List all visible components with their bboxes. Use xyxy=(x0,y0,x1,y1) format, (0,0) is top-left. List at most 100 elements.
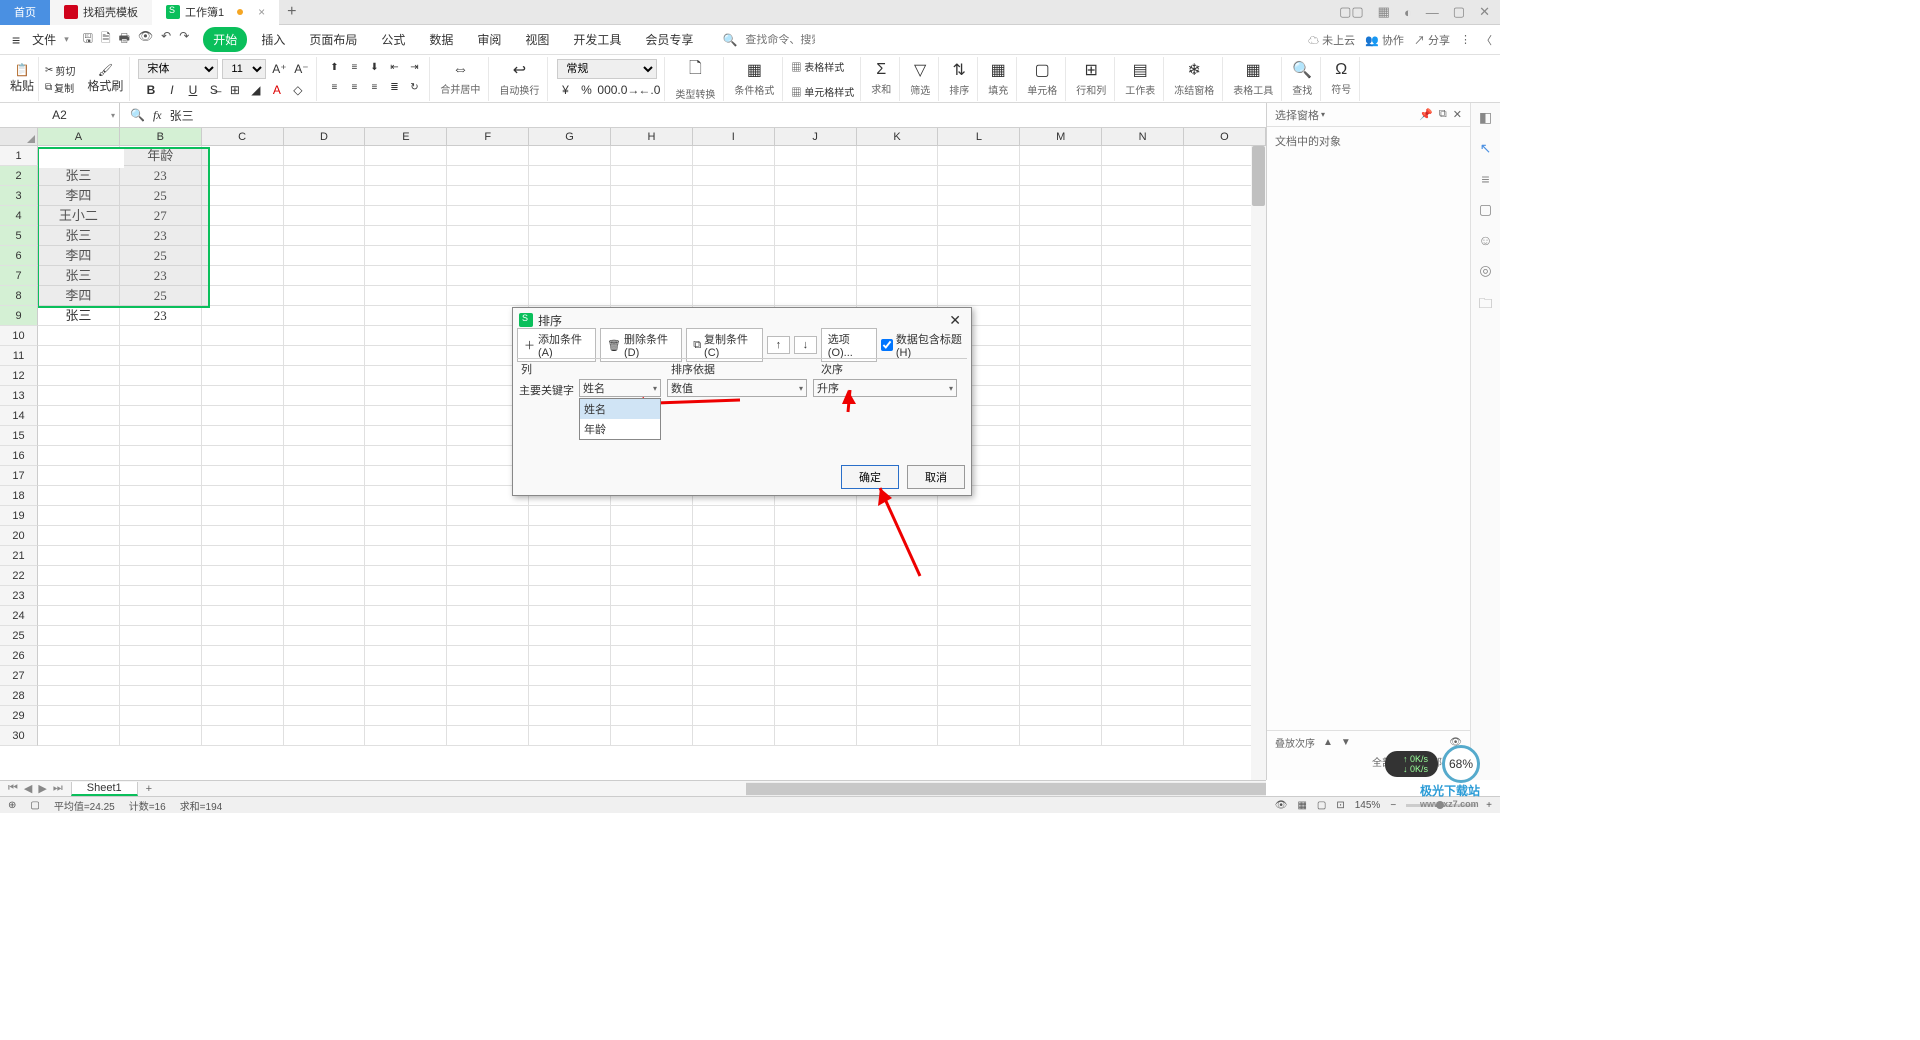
cell[interactable] xyxy=(1020,646,1102,666)
cell[interactable] xyxy=(857,286,939,306)
cell[interactable] xyxy=(284,426,366,446)
cell[interactable] xyxy=(202,446,284,466)
cell[interactable] xyxy=(284,586,366,606)
row-header[interactable]: 26 xyxy=(0,646,38,666)
cell[interactable] xyxy=(1020,726,1102,746)
format-painter-button[interactable]: 🖌 格式刷 xyxy=(81,57,130,101)
cell[interactable] xyxy=(775,586,857,606)
cell[interactable] xyxy=(857,726,939,746)
maximize-icon[interactable]: ▢ xyxy=(1453,4,1465,20)
cell[interactable] xyxy=(1020,326,1102,346)
print-preview-icon[interactable]: 👁 xyxy=(138,29,153,50)
row-header[interactable]: 8 xyxy=(0,286,38,306)
row-header[interactable]: 23 xyxy=(0,586,38,606)
cell[interactable] xyxy=(365,326,447,346)
cell[interactable] xyxy=(611,246,693,266)
sidebar-props-icon[interactable]: ▢ xyxy=(1479,201,1492,218)
font-name-select[interactable]: 宋体 xyxy=(138,59,218,79)
cell[interactable] xyxy=(611,686,693,706)
cell[interactable] xyxy=(447,706,529,726)
cell[interactable] xyxy=(1102,406,1184,426)
redo-icon[interactable]: ↷ xyxy=(179,29,189,50)
cell[interactable] xyxy=(284,286,366,306)
close-window-icon[interactable]: ✕ xyxy=(1479,4,1490,20)
row-header[interactable]: 15 xyxy=(0,426,38,446)
cell[interactable] xyxy=(529,666,611,686)
row-header[interactable]: 7 xyxy=(0,266,38,286)
cell[interactable] xyxy=(1102,386,1184,406)
add-sheet-button[interactable]: + xyxy=(138,783,160,795)
cell[interactable] xyxy=(120,646,202,666)
row-header[interactable]: 2 xyxy=(0,166,38,186)
cell[interactable] xyxy=(611,546,693,566)
symbol-button[interactable]: Ω符号 xyxy=(1323,57,1360,101)
cell[interactable] xyxy=(857,206,939,226)
cell[interactable] xyxy=(775,726,857,746)
cell[interactable] xyxy=(447,586,529,606)
row-header[interactable]: 1 xyxy=(0,146,38,166)
cell[interactable] xyxy=(529,286,611,306)
cell[interactable] xyxy=(938,726,1020,746)
cell[interactable]: 25 xyxy=(120,186,202,206)
cell[interactable] xyxy=(775,286,857,306)
cell[interactable] xyxy=(284,606,366,626)
cell[interactable] xyxy=(529,686,611,706)
cell[interactable] xyxy=(120,506,202,526)
cell[interactable] xyxy=(775,266,857,286)
cell[interactable] xyxy=(1102,246,1184,266)
cell[interactable] xyxy=(775,166,857,186)
fx-icon[interactable]: fx xyxy=(153,108,162,123)
share-button[interactable]: ↗ 分享 xyxy=(1414,32,1450,48)
cell[interactable] xyxy=(365,206,447,226)
align-right-icon[interactable]: ≡ xyxy=(365,79,383,97)
delete-condition-button[interactable]: 🗑删除条件(D) xyxy=(600,328,682,362)
cell[interactable] xyxy=(365,666,447,686)
paste-button[interactable]: 📋 粘贴 xyxy=(6,57,39,101)
tab-home[interactable]: 首页 xyxy=(0,0,50,25)
column-header[interactable]: J xyxy=(775,128,857,146)
cell[interactable] xyxy=(120,526,202,546)
cut-button[interactable]: ✂ 剪切 xyxy=(45,63,75,78)
menu-member[interactable]: 会员专享 xyxy=(635,27,703,52)
cell[interactable] xyxy=(1102,686,1184,706)
cell[interactable] xyxy=(365,646,447,666)
currency-icon[interactable]: ¥ xyxy=(556,81,574,99)
zoom-value[interactable]: 145% xyxy=(1355,800,1381,811)
column-header[interactable]: K xyxy=(857,128,939,146)
cell[interactable] xyxy=(365,406,447,426)
cell[interactable] xyxy=(202,426,284,446)
cell[interactable] xyxy=(38,486,120,506)
dec-dec-icon[interactable]: ←.0 xyxy=(640,81,658,99)
fill-color-icon[interactable]: ◢ xyxy=(247,81,265,99)
close-panel-icon[interactable]: ✕ xyxy=(1453,108,1462,121)
cell[interactable] xyxy=(611,226,693,246)
cell[interactable] xyxy=(202,586,284,606)
cell[interactable] xyxy=(447,506,529,526)
cell[interactable] xyxy=(1102,726,1184,746)
cell[interactable] xyxy=(1102,486,1184,506)
cell[interactable] xyxy=(120,606,202,626)
cell[interactable] xyxy=(611,186,693,206)
cell[interactable] xyxy=(447,726,529,746)
command-search-input[interactable] xyxy=(745,34,815,46)
cell[interactable] xyxy=(447,146,529,166)
cell[interactable] xyxy=(857,526,939,546)
cell-button[interactable]: ▢单元格 xyxy=(1019,57,1066,101)
cell[interactable] xyxy=(202,566,284,586)
sheet-prev-icon[interactable]: ◀ xyxy=(24,782,32,795)
cell[interactable] xyxy=(365,366,447,386)
bold-icon[interactable]: B xyxy=(142,81,160,99)
row-header[interactable]: 9 xyxy=(0,306,38,326)
tab-workbook[interactable]: 工作簿1 × xyxy=(152,0,279,25)
cell[interactable] xyxy=(611,706,693,726)
cell[interactable] xyxy=(202,506,284,526)
cell[interactable] xyxy=(1020,666,1102,686)
cell[interactable] xyxy=(284,686,366,706)
sidebar-chat-icon[interactable]: ☺ xyxy=(1478,232,1492,248)
cell[interactable] xyxy=(938,526,1020,546)
cell[interactable] xyxy=(120,326,202,346)
column-header[interactable]: I xyxy=(693,128,775,146)
cell[interactable] xyxy=(775,246,857,266)
cell[interactable] xyxy=(365,526,447,546)
cell[interactable] xyxy=(693,286,775,306)
